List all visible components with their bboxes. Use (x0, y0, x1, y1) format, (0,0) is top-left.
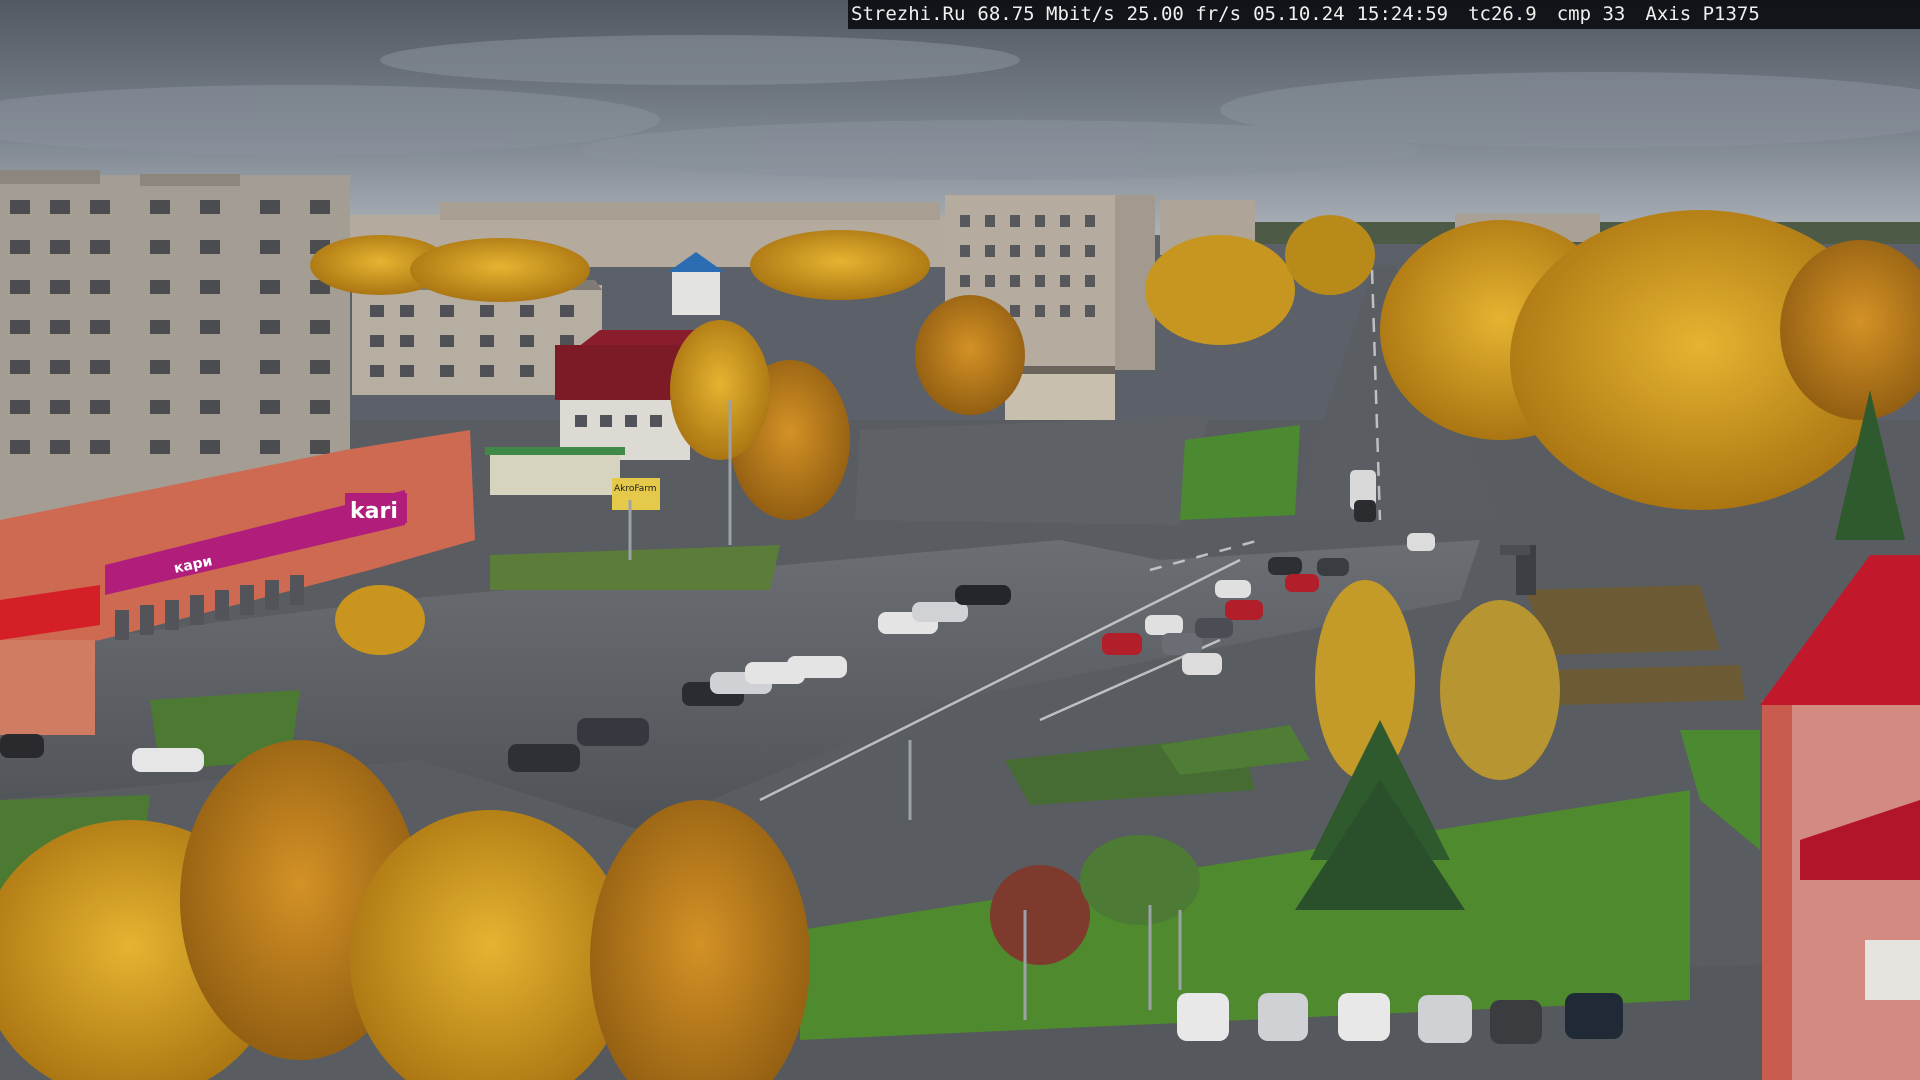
kiosk-sign: AkroFarm (614, 484, 657, 494)
upper-square (855, 415, 1210, 525)
osd-time: 15:24:59 (1356, 3, 1449, 25)
osd-site: Strezhi.Ru (851, 3, 966, 25)
osd-camera-model: Axis P1375 (1645, 3, 1760, 25)
osd-cmp: cmp 33 (1556, 3, 1626, 25)
osd-date: 05.10.24 (1253, 3, 1345, 25)
osd-tc: tc26.9 (1468, 3, 1537, 25)
kari-logo: kari (350, 499, 398, 524)
webcam-scene: kari кари AkroFarm (0, 0, 1920, 1080)
osd-framerate: 25.00 fr/s (1126, 3, 1242, 25)
osd-bitrate: 68.75 Mbit/s (977, 3, 1115, 25)
camera-osd-bar: Strezhi.Ru 68.75 Mbit/s 25.00 fr/s 05.10… (848, 0, 1920, 29)
